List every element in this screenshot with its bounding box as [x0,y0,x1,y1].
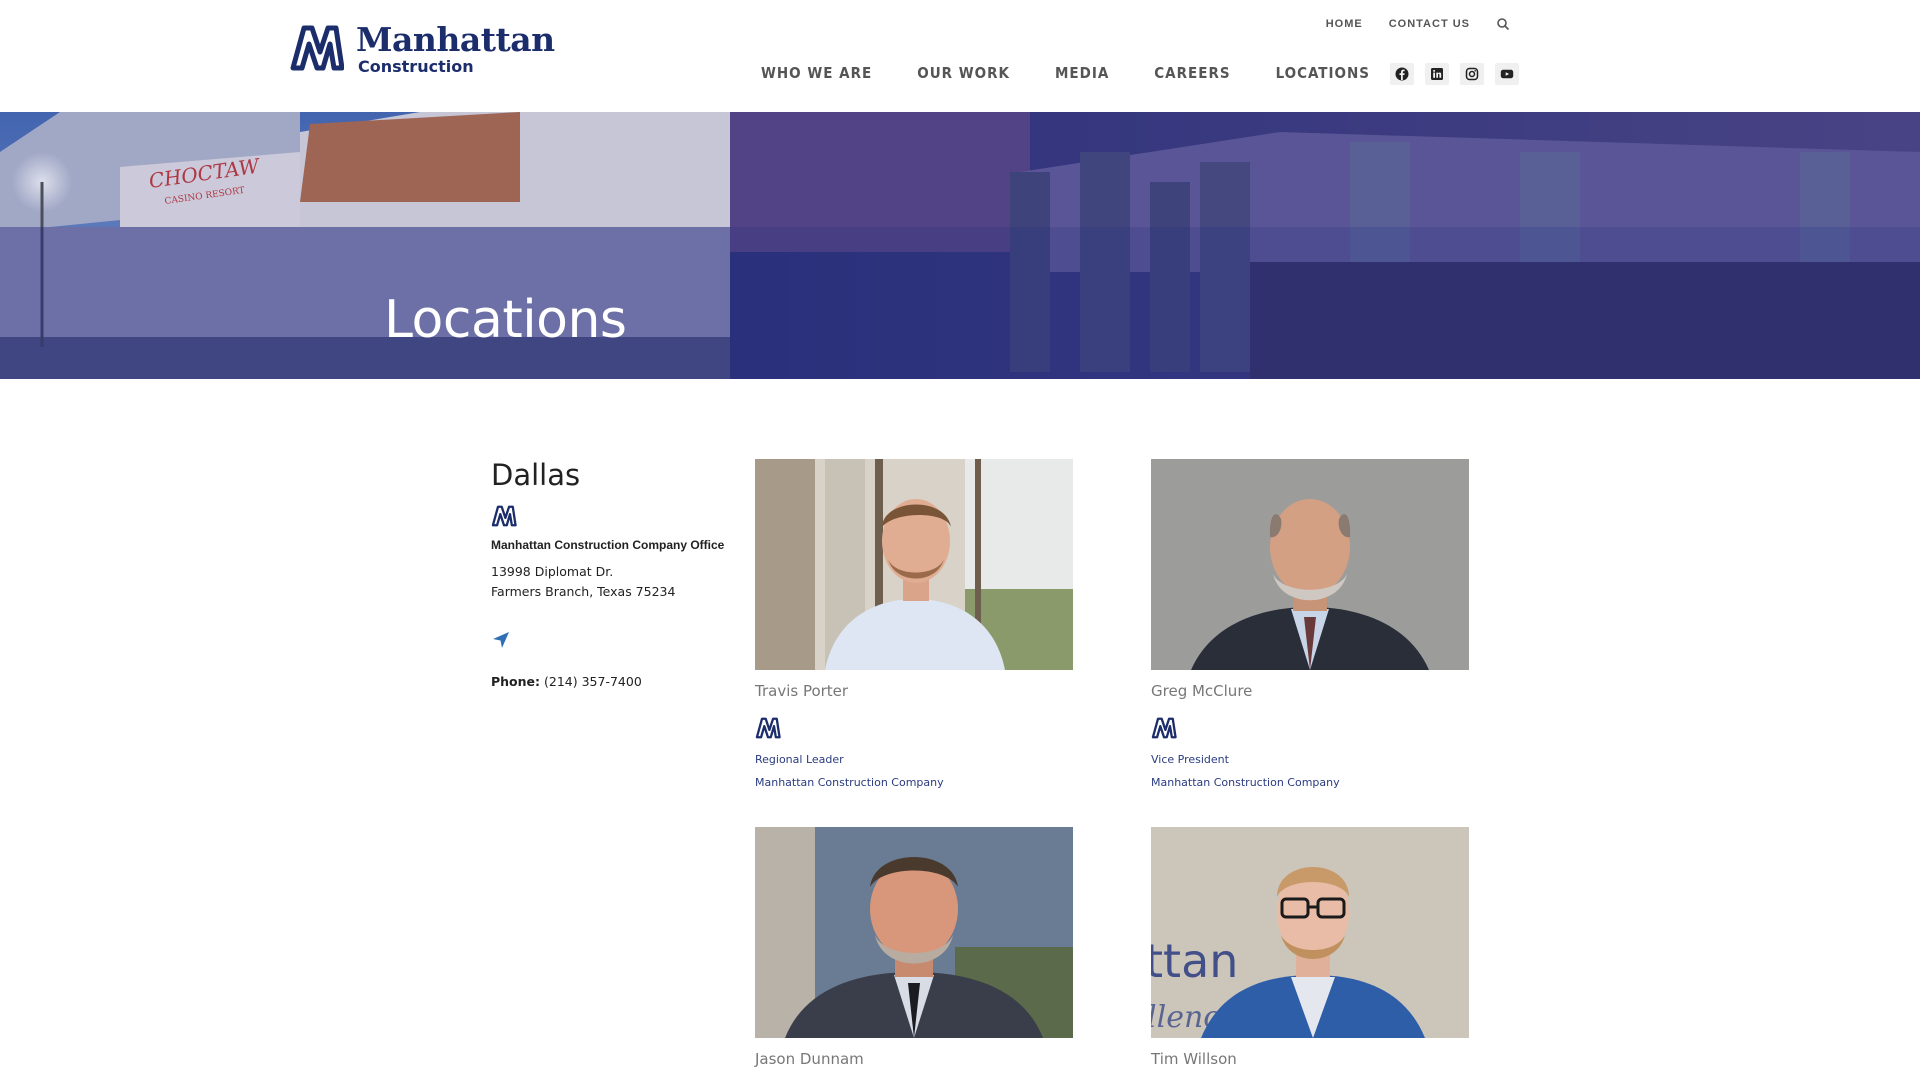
page-title: Locations [384,290,627,350]
office-name: Manhattan Construction Company Office [491,538,725,552]
team-card: Jason Dunnam [755,827,1073,1068]
phone-label: Phone: [491,674,541,689]
nav-contact-link[interactable]: CONTACT US [1389,18,1470,30]
manhattan-mark-icon [491,505,517,527]
person-role: Regional Leader Manhattan Construction C… [755,748,1073,794]
person-photo [755,459,1073,670]
nav-media[interactable]: MEDIA [1055,64,1109,82]
directions-icon[interactable] [491,630,511,650]
manhattan-logo[interactable]: Manhattan Construction [290,22,555,76]
person-title: Vice President [1151,753,1229,766]
person-photo [755,827,1073,1038]
person-company: Manhattan Construction Company [755,776,944,789]
svg-text:ttan: ttan [1151,934,1238,988]
person-company: Manhattan Construction Company [1151,776,1340,789]
person-photo: ttan llenc [1151,827,1469,1038]
nav-home-link[interactable]: HOME [1326,18,1363,30]
social-links [1390,63,1519,85]
manhattan-mark-icon [755,717,781,739]
address-line-2: Farmers Branch, Texas 75234 [491,584,676,599]
manhattan-logo-icon [290,25,344,71]
main-nav: WHO WE ARE OUR WORK MEDIA CAREERS LOCATI… [761,64,1370,82]
address-line-1: 13998 Diplomat Dr. [491,564,614,579]
instagram-icon[interactable] [1460,63,1484,85]
person-name: Travis Porter [755,682,849,700]
office-city: Dallas [491,458,581,492]
site-header: Manhattan Construction HOME CONTACT US W… [0,0,1920,112]
person-name: Tim Willson [1151,1050,1237,1068]
brand-tagline: Construction [358,57,474,76]
office-address: 13998 Diplomat Dr. Farmers Branch, Texas… [491,562,731,602]
person-name: Jason Dunnam [755,1050,864,1068]
manhattan-mark-icon [1151,717,1177,739]
youtube-icon[interactable] [1495,63,1519,85]
nav-our-work[interactable]: OUR WORK [917,64,1010,82]
team-card: ttan llenc Tim Willson [1151,827,1469,1068]
office-info: Dallas Manhattan Construction Company Of… [491,458,731,689]
nav-who-we-are[interactable]: WHO WE ARE [761,64,872,82]
facebook-icon[interactable] [1390,63,1414,85]
nav-locations[interactable]: LOCATIONS [1276,64,1370,82]
team-card: Travis Porter Regional Leader Manhattan … [755,459,1073,794]
person-photo [1151,459,1469,670]
nav-careers[interactable]: CAREERS [1154,64,1230,82]
person-name: Greg McClure [1151,682,1253,700]
phone-number[interactable]: (214) 357-7400 [544,674,642,689]
search-icon[interactable] [1496,17,1510,31]
linkedin-icon[interactable] [1425,63,1449,85]
person-role: Vice President Manhattan Construction Co… [1151,748,1469,794]
brand-name: Manhattan [356,20,555,59]
office-phone: Phone: (214) 357-7400 [491,674,731,689]
team-card: Greg McClure Vice President Manhattan Co… [1151,459,1469,794]
hero-banner: CHOCTAW CASINO RESORT Locations [0,112,1920,379]
utility-nav: HOME CONTACT US [1326,17,1510,31]
hero-background-image: CHOCTAW CASINO RESORT [0,112,1920,379]
person-title: Regional Leader [755,753,844,766]
